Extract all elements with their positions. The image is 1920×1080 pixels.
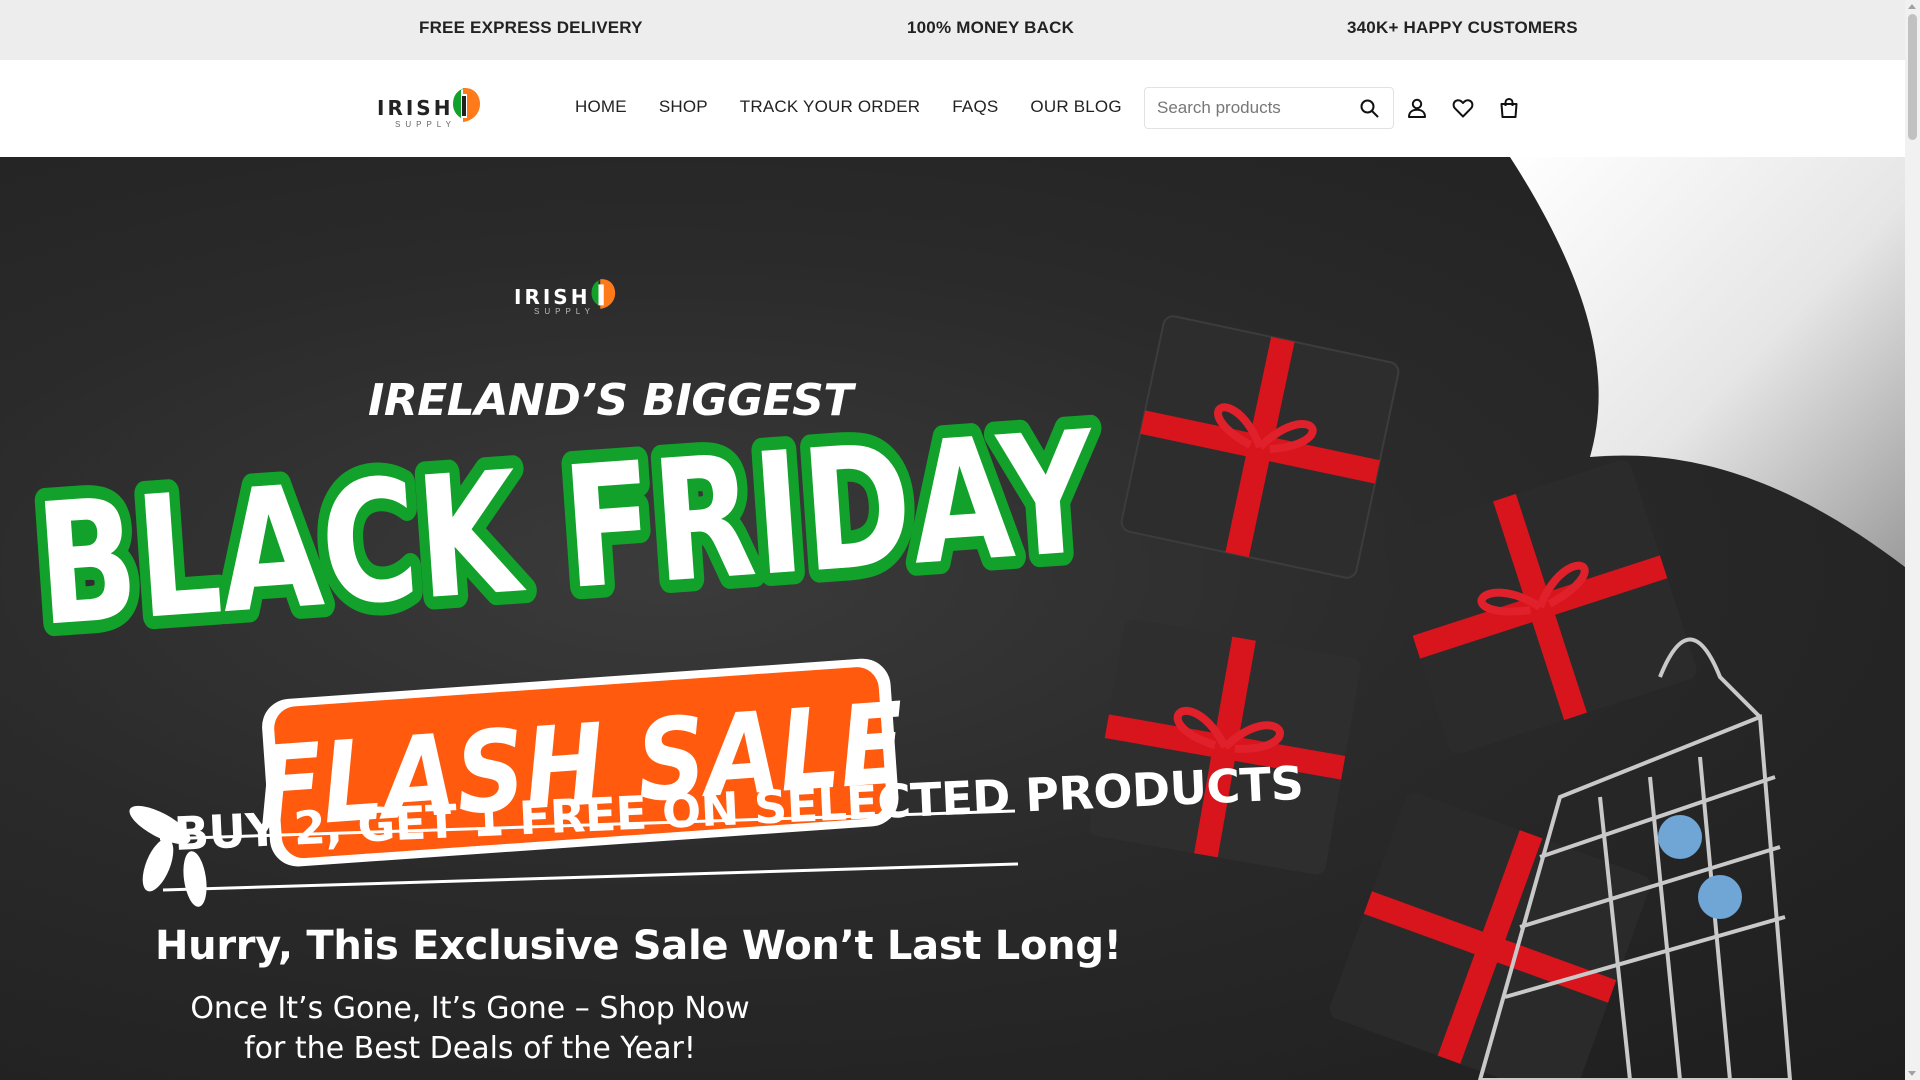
scroll-up-arrow-icon[interactable]	[1908, 4, 1916, 9]
announcement-delivery: FREE EXPRESS DELIVERY	[419, 18, 643, 37]
scroll-thumb[interactable]	[1908, 14, 1917, 140]
nav-faqs[interactable]: FAQS	[952, 97, 998, 117]
logo-word: IRISH	[377, 96, 454, 120]
search-icon[interactable]	[1359, 98, 1379, 118]
nav-home[interactable]: HOME	[575, 97, 627, 117]
hero-kicker: IRELAND’S BIGGEST	[368, 375, 853, 426]
hero-banner[interactable]: BLACK FRIDAY BLACK FRIDAY FLASH SALE IRI…	[0, 157, 1905, 1080]
bag-icon[interactable]	[1497, 96, 1521, 120]
headline-text: BLACK FRIDAY	[31, 394, 1103, 664]
hero-logo-sub: SUPPLY	[534, 307, 595, 316]
scroll-down-arrow-icon[interactable]	[1908, 1071, 1916, 1076]
page-scrollbar[interactable]	[1905, 0, 1920, 1080]
nav-track-order[interactable]: TRACK YOUR ORDER	[740, 97, 920, 117]
hero-hurry: Hurry, This Exclusive Sale Won’t Last Lo…	[155, 923, 1122, 969]
hero-logo: IRISH SUPPLY	[514, 277, 624, 317]
logo-sub: SUPPLY	[395, 120, 456, 129]
site-logo[interactable]: IRISH SUPPLY	[377, 84, 483, 130]
announcement-customers: 340K+ HAPPY CUSTOMERS	[1347, 18, 1578, 37]
site-header: IRISH SUPPLY HOME SHOP TRACK YOUR ORDER …	[0, 60, 1905, 157]
main-nav: HOME SHOP TRACK YOUR ORDER FAQS OUR BLOG	[575, 97, 1122, 117]
logo-mark-icon	[453, 88, 480, 122]
hero-logo-word: IRISH	[514, 285, 591, 309]
search-input[interactable]	[1157, 88, 1347, 128]
announcement-money-back: 100% MONEY BACK	[907, 18, 1075, 37]
announcement-bar: FREE EXPRESS DELIVERY 100% MONEY BACK 34…	[0, 0, 1905, 60]
nav-blog[interactable]: OUR BLOG	[1030, 97, 1121, 117]
user-icon[interactable]	[1405, 96, 1429, 120]
gift-box-2	[1383, 460, 1697, 754]
hero-subline: Once It’s Gone, It’s Gone – Shop Now for…	[190, 991, 750, 1066]
gift-box-3	[1089, 619, 1361, 875]
search-box	[1144, 87, 1394, 129]
hero-logo-mark-icon	[591, 279, 616, 309]
black-friday-headline: BLACK FRIDAY BLACK FRIDAY	[19, 383, 1114, 676]
gift-box-1	[1120, 315, 1400, 579]
heart-icon[interactable]	[1451, 96, 1475, 120]
nav-shop[interactable]: SHOP	[659, 97, 708, 117]
